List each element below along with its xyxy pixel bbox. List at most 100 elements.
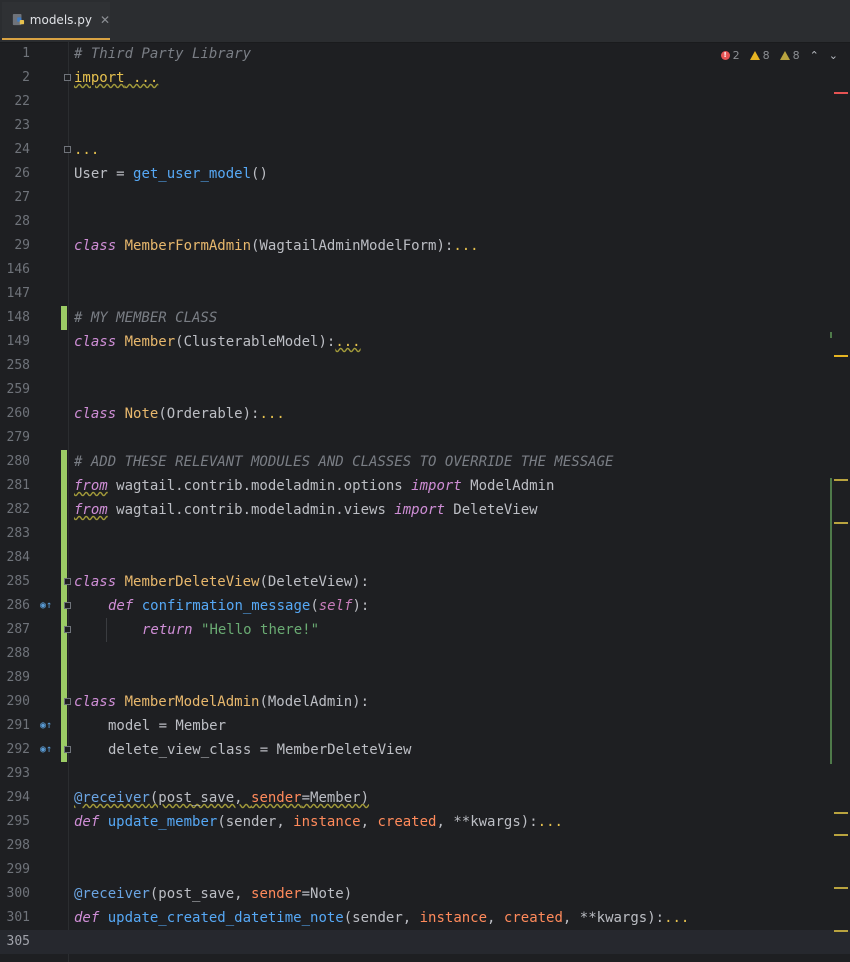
fold-expand-icon[interactable] [64,74,71,81]
change-stripe-marker[interactable] [830,332,832,338]
code-line: 295 def update_member(sender, instance, … [0,810,850,834]
line-number: 22 [14,94,30,109]
line-number: 289 [6,670,30,685]
code-line: 259 [0,378,850,402]
line-number: 305 [6,934,30,949]
override-attribute-icon[interactable]: ◉↑ [40,744,52,756]
code-line: 298 [0,834,850,858]
fold-expand-icon[interactable] [64,146,71,153]
line-code: @receiver(post_save, sender=Note) [74,886,353,902]
line-number: 24 [14,142,30,157]
line-code: delete_view_class = MemberDeleteView [108,742,412,758]
line-code: class Member(ClusterableModel):... [74,334,361,350]
warning-stripe-marker[interactable] [834,887,848,889]
line-code: class MemberModelAdmin(ModelAdmin): [74,694,370,710]
line-code: # Third Party Library [74,46,252,62]
line-number: 279 [6,430,30,445]
fold-collapse-icon[interactable] [64,698,71,705]
line-code: @receiver(post_save, sender=Member) [74,790,370,806]
tab-label: models.py [29,13,92,27]
code-line: 290 class MemberModelAdmin(ModelAdmin): [0,690,850,714]
code-line: 287 return "Hello there!" [0,618,850,642]
warning-stripe-marker[interactable] [834,834,848,836]
line-number: 298 [6,838,30,853]
line-number: 294 [6,790,30,805]
line-number: 1 [22,46,30,61]
code-line-current: 305 [0,930,850,954]
line-number: 301 [6,910,30,925]
editor-tab-bar: models.py ✕ [0,0,850,43]
close-icon[interactable]: ✕ [100,13,110,27]
line-code: from wagtail.contrib.modeladmin.options … [74,478,555,494]
line-number: 258 [6,358,30,373]
line-number: 29 [14,238,30,253]
code-line: 294 @receiver(post_save, sender=Member) [0,786,850,810]
code-line: 149 class Member(ClusterableModel):... [0,330,850,354]
line-code: model = Member [108,718,227,734]
code-line: 1 # Third Party Library [0,42,850,66]
code-line: 281 from wagtail.contrib.modeladmin.opti… [0,474,850,498]
code-line: 147 [0,282,850,306]
code-line: 24 ... [0,138,850,162]
line-code: from wagtail.contrib.modeladmin.views im… [74,502,538,518]
line-number: 283 [6,526,30,541]
line-number: 282 [6,502,30,517]
change-stripe-marker[interactable] [830,478,832,764]
override-attribute-icon[interactable]: ◉↑ [40,720,52,732]
line-number: 287 [6,622,30,637]
line-number: 260 [6,406,30,421]
line-code: class MemberFormAdmin(WagtailAdminModelF… [74,238,479,254]
code-line: 285 class MemberDeleteView(DeleteView): [0,570,850,594]
code-line: 299 [0,858,850,882]
line-code: return "Hello there!" [142,622,320,638]
code-line: 23 [0,114,850,138]
fold-collapse-icon[interactable] [64,578,71,585]
line-code: class Note(Orderable):... [74,406,285,422]
code-line: 291 ◉↑ model = Member [0,714,850,738]
code-line: 279 [0,426,850,450]
line-number: 285 [6,574,30,589]
line-number: 284 [6,550,30,565]
line-number: 146 [6,262,30,277]
python-file-icon [12,13,25,26]
fold-collapse-icon[interactable] [64,602,71,609]
warning-stripe-marker[interactable] [834,355,848,357]
code-line: 292 ◉↑ delete_view_class = MemberDeleteV… [0,738,850,762]
line-number: 147 [6,286,30,301]
code-line: 286 ◉↑ def confirmation_message(self): [0,594,850,618]
tab-models-py[interactable]: models.py ✕ [2,2,110,40]
warning-stripe-marker[interactable] [834,479,848,481]
code-line: 148 # MY MEMBER CLASS [0,306,850,330]
line-number: 299 [6,862,30,877]
warning-stripe-marker[interactable] [834,522,848,524]
line-code: # MY MEMBER CLASS [74,310,218,326]
line-number: 280 [6,454,30,469]
fold-end-icon[interactable] [64,626,71,633]
line-number: 2 [22,70,30,85]
code-editor[interactable]: 1 # Third Party Library 2 import ... 22 … [0,42,850,962]
warning-stripe-marker[interactable] [834,930,848,932]
code-line: 280 # ADD THESE RELEVANT MODULES AND CLA… [0,450,850,474]
warning-stripe-marker[interactable] [834,812,848,814]
code-line: 289 [0,666,850,690]
code-line: 22 [0,90,850,114]
code-line: 146 [0,258,850,282]
code-line: 301 def update_created_datetime_note(sen… [0,906,850,930]
code-line: 258 [0,354,850,378]
line-number: 300 [6,886,30,901]
code-line: 28 [0,210,850,234]
line-number: 148 [6,310,30,325]
line-number: 26 [14,166,30,181]
override-method-icon[interactable]: ◉↑ [40,600,52,612]
line-code: def update_created_datetime_note(sender,… [74,910,690,926]
error-stripe-marker[interactable] [834,92,848,94]
line-number: 28 [14,214,30,229]
code-line: 26 User = get_user_model() [0,162,850,186]
line-code: ... [74,142,100,158]
line-code: class MemberDeleteView(DeleteView): [74,574,370,590]
line-number: 288 [6,646,30,661]
line-code: # ADD THESE RELEVANT MODULES AND CLASSES… [74,454,614,470]
code-line: 293 [0,762,850,786]
fold-end-icon[interactable] [64,746,71,753]
line-number: 281 [6,478,30,493]
